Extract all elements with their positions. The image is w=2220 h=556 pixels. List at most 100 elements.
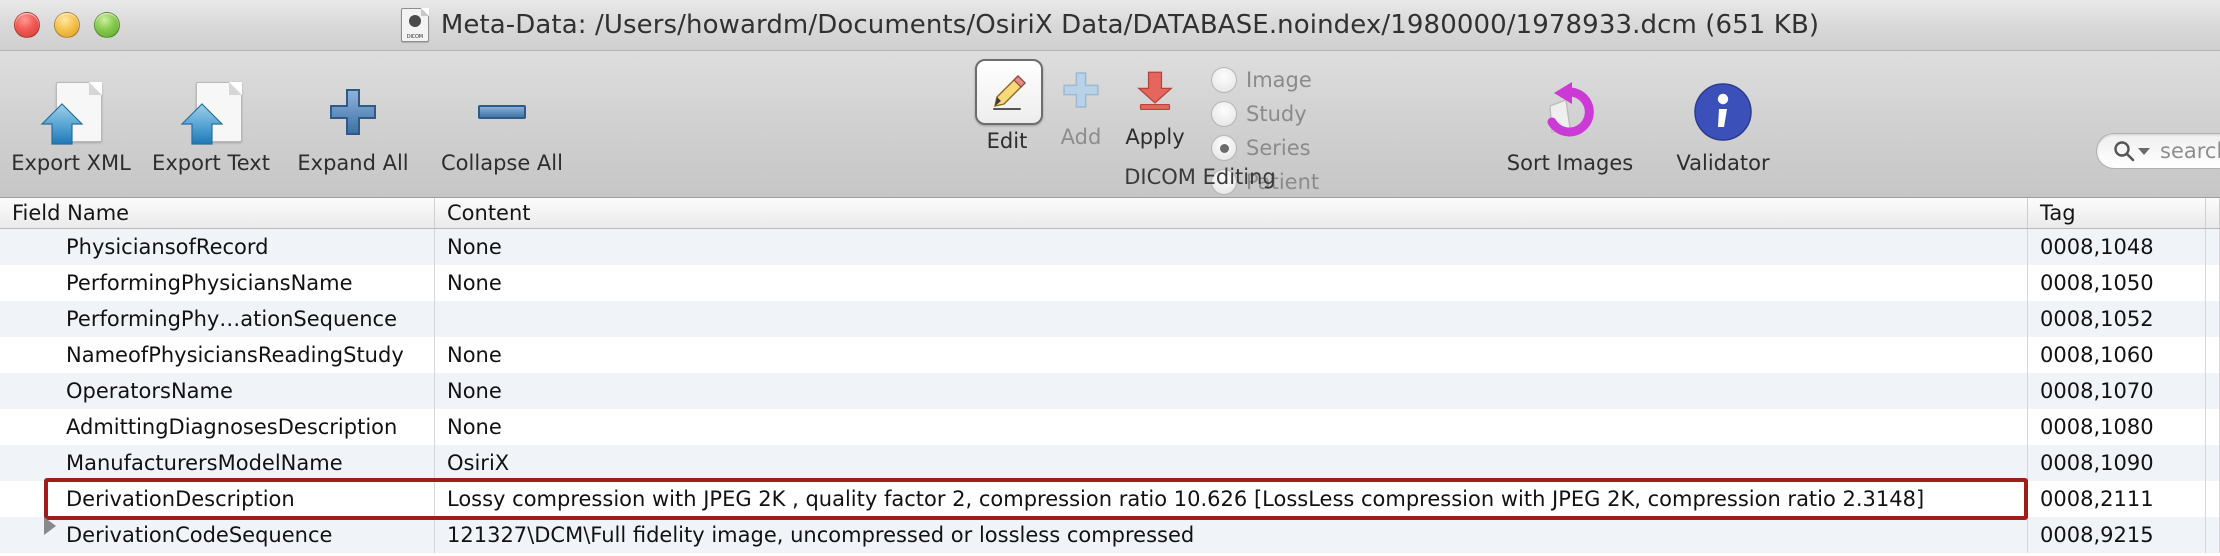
radio-circle-selected — [1211, 135, 1237, 161]
table-row[interactable]: PerformingPhy…ationSequence 0008,1052 — [0, 301, 2220, 337]
plus-icon — [1049, 59, 1113, 121]
toolbar-label-expand-all: Expand All — [297, 151, 409, 175]
cell-extra — [2206, 517, 2220, 553]
field-name-text: AdmittingDiagnosesDescription — [66, 415, 398, 439]
field-name-text: NameofPhysiciansReadingStudy — [66, 343, 404, 367]
toolbar-button-collapse-all[interactable]: Collapse All — [422, 73, 582, 175]
radio-circle — [1211, 67, 1237, 93]
dicom-editing-group: Edit Add Apply Image Study Series Patien… — [975, 59, 1425, 195]
table-row[interactable]: NameofPhysiciansReadingStudy None 0008,106… — [0, 337, 2220, 373]
cell-field-name: OperatorsName — [0, 373, 435, 409]
column-header-field-name[interactable]: Field Name — [0, 198, 435, 228]
column-header-tag[interactable]: Tag — [2028, 198, 2206, 228]
download-arrow-icon — [1123, 59, 1187, 121]
toolbar-label-validator: Validator — [1676, 151, 1770, 175]
cell-extra — [2206, 265, 2220, 301]
table-row[interactable]: DerivationDescription Lossy compression w… — [0, 481, 2220, 517]
sort-rotate-icon — [1490, 73, 1650, 151]
search-icon — [2114, 141, 2135, 162]
cell-field-name: PerformingPhy…ationSequence — [0, 301, 435, 337]
title-bar: DICOM Meta-Data: /Users/howardm/Document… — [0, 0, 2220, 51]
zoom-button[interactable] — [94, 12, 120, 38]
cell-extra — [2206, 445, 2220, 481]
dicom-icon-label: DICOM — [406, 34, 423, 40]
minus-icon — [422, 73, 582, 151]
toolbar: Export XML Export Text Expand All Collap… — [0, 51, 2220, 198]
cell-extra — [2206, 409, 2220, 445]
cell-content: None — [435, 337, 2028, 373]
cell-field-name: NameofPhysiciansReadingStudy — [0, 337, 435, 373]
add-button[interactable]: Add — [1049, 59, 1113, 149]
window-controls — [14, 12, 120, 38]
toolbar-label-export-text: Export Text — [152, 151, 270, 175]
window-title: Meta-Data: /Users/howardm/Documents/Osir… — [440, 10, 1820, 40]
table-header-row: Field Name Content Tag — [0, 198, 2220, 229]
toolbar-button-export-xml[interactable]: Export XML — [6, 73, 136, 175]
radio-label-image: Image — [1246, 68, 1312, 92]
table-row[interactable]: OperatorsName None 0008,1070 — [0, 373, 2220, 409]
cell-content: OsiriX — [435, 445, 2028, 481]
toolbar-button-validator[interactable]: Validator — [1648, 73, 1798, 175]
toolbar-button-export-text[interactable]: Export Text — [146, 73, 276, 175]
radio-option-series[interactable]: Series — [1211, 131, 1336, 165]
cell-field-name: DerivationCodeSequence — [0, 517, 435, 553]
radio-label-study: Study — [1246, 102, 1307, 126]
cell-tag: 0008,1080 — [2028, 409, 2206, 445]
edit-button[interactable]: Edit — [975, 59, 1043, 153]
cell-content: Lossy compression with JPEG 2K , quality… — [435, 481, 2028, 517]
cell-field-name: PerformingPhysiciansName — [0, 265, 435, 301]
cell-field-name: PhysiciansofRecord — [0, 229, 435, 265]
cell-field-name: DerivationDescription — [0, 481, 435, 517]
field-name-text: DerivationCodeSequence — [66, 523, 333, 547]
cell-tag: 0008,1048 — [2028, 229, 2206, 265]
pencil-icon — [975, 59, 1043, 125]
cell-extra — [2206, 301, 2220, 337]
toolbar-label-collapse-all: Collapse All — [441, 151, 563, 175]
field-name-text: PerformingPhysiciansName — [66, 271, 353, 295]
toolbar-label-sort-images: Sort Images — [1506, 151, 1634, 175]
cell-content: None — [435, 409, 2028, 445]
radio-option-study[interactable]: Study — [1211, 97, 1336, 131]
up-arrow-glyph — [180, 103, 224, 145]
table-row[interactable]: AdmittingDiagnosesDescription None 0008,10… — [0, 409, 2220, 445]
dicom-editing-caption: DICOM Editing — [1124, 165, 1276, 189]
dicom-file-icon: DICOM — [400, 8, 429, 42]
disclosure-triangle-icon[interactable] — [44, 517, 56, 535]
radio-label-series: Series — [1246, 136, 1311, 160]
meta-data-window: DICOM Meta-Data: /Users/howardm/Document… — [0, 0, 2220, 556]
cell-content — [435, 301, 2028, 337]
search-input[interactable]: search — [2096, 133, 2220, 169]
document-upload-icon — [146, 73, 276, 151]
cell-tag: 0008,1050 — [2028, 265, 2206, 301]
search-placeholder: search — [2160, 139, 2220, 163]
chevron-down-icon[interactable] — [2138, 147, 2150, 155]
column-header-content[interactable]: Content — [435, 198, 2028, 228]
apply-button[interactable]: Apply — [1123, 59, 1187, 149]
table-row[interactable]: DerivationCodeSequence 121327\DCM\Full fi… — [0, 517, 2220, 553]
metadata-table: Field Name Content Tag PhysiciansofRecor… — [0, 198, 2220, 556]
cell-extra — [2206, 337, 2220, 373]
field-name-text: OperatorsName — [66, 379, 233, 403]
cell-content: None — [435, 229, 2028, 265]
edit-button-label: Edit — [986, 129, 1028, 153]
toolbar-button-expand-all[interactable]: Expand All — [288, 73, 418, 175]
column-header-extra — [2206, 198, 2220, 228]
field-name-text: PerformingPhy…ationSequence — [66, 307, 397, 331]
minimize-button[interactable] — [54, 12, 80, 38]
table-row[interactable]: ManufacturersModelName OsiriX 0008,1090 — [0, 445, 2220, 481]
cell-content: None — [435, 265, 2028, 301]
add-button-label: Add — [1060, 125, 1102, 149]
table-row[interactable]: PerformingPhysiciansName None 0008,1050 — [0, 265, 2220, 301]
toolbar-label-export-xml: Export XML — [11, 151, 131, 175]
close-button[interactable] — [14, 12, 40, 38]
radio-option-image[interactable]: Image — [1211, 63, 1336, 97]
cell-field-name: ManufacturersModelName — [0, 445, 435, 481]
toolbar-button-sort-images[interactable]: Sort Images — [1490, 73, 1650, 175]
cell-extra — [2206, 481, 2220, 517]
cell-extra — [2206, 229, 2220, 265]
apply-button-label: Apply — [1125, 125, 1185, 149]
cell-tag: 0008,1060 — [2028, 337, 2206, 373]
cell-tag: 0008,1070 — [2028, 373, 2206, 409]
cell-content: None — [435, 373, 2028, 409]
table-row[interactable]: PhysiciansofRecord None 0008,1048 — [0, 229, 2220, 265]
